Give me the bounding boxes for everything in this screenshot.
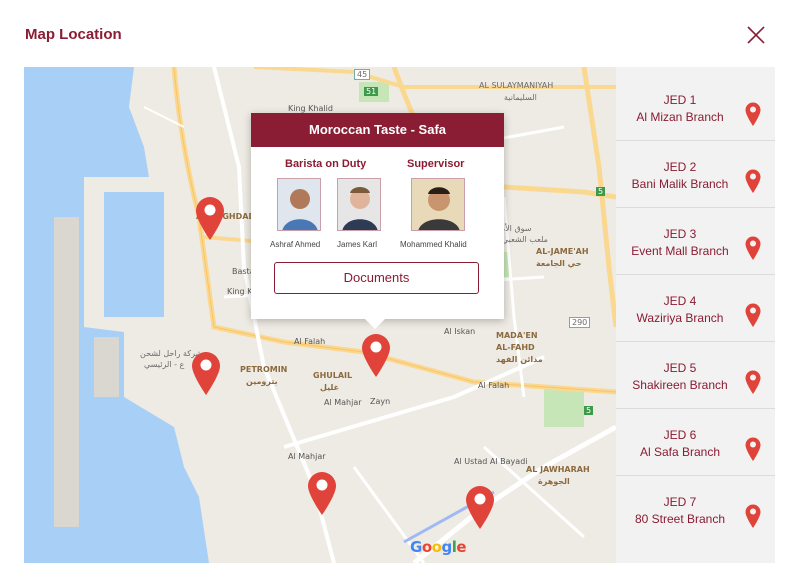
map-label-place: ملعب الشعبي — [502, 235, 548, 244]
location-pin-icon — [745, 504, 761, 528]
branch-item[interactable]: JED 5 Shakireen Branch — [616, 343, 775, 409]
map-label-district: GHULAIL — [313, 371, 353, 380]
branch-item[interactable]: JED 3 Event Mall Branch — [616, 209, 775, 275]
map-road-shield: 290 — [569, 317, 591, 328]
google-logo: Google — [410, 538, 467, 556]
branch-code: JED 7 — [663, 495, 697, 509]
branch-item[interactable]: JED 1 Al Mizan Branch — [616, 75, 775, 141]
avatar — [337, 178, 381, 231]
map-label-road: Zayn — [370, 397, 391, 406]
popup-title: Moroccan Taste - Safa — [251, 113, 504, 147]
location-pin-icon — [745, 169, 761, 193]
location-pin-icon — [745, 102, 761, 126]
map-label-district: الجوهرة — [538, 477, 570, 486]
map-label-road: Al Falah — [294, 337, 326, 346]
branch-item[interactable]: JED 7 80 Street Branch — [616, 477, 775, 543]
person-name: James Karl — [337, 240, 378, 249]
google-letter: e — [456, 538, 467, 556]
branch-code: JED 2 — [663, 160, 697, 174]
location-popup: Moroccan Taste - Safa Barista on Duty Su… — [251, 113, 504, 319]
branch-code: JED 4 — [663, 294, 697, 308]
branch-name: Event Mall Branch — [631, 244, 729, 258]
person-name: Ashraf Ahmed — [270, 240, 321, 249]
map-label-road: Al Mahjar — [324, 398, 362, 407]
map-road-shield: 5 — [596, 187, 606, 196]
branch-item[interactable]: JED 4 Waziriya Branch — [616, 276, 775, 342]
map-road-shield: 45 — [354, 69, 371, 80]
map-label-road: Al Ustad Al Bayadi — [454, 457, 528, 466]
avatar — [411, 178, 465, 231]
map-label-district: PETROMIN — [240, 365, 288, 374]
branch-name: Al Safa Branch — [639, 445, 721, 459]
branch-name: Shakireen Branch — [632, 378, 728, 392]
branch-code: JED 1 — [663, 93, 697, 107]
person-name: Mohammed Khalid — [400, 240, 467, 249]
branch-code: JED 3 — [663, 227, 697, 241]
map-label-district: MADA'EN — [496, 331, 538, 340]
location-pin-icon — [745, 370, 761, 394]
map-pin-icon[interactable] — [361, 333, 391, 377]
map-label-district: السليمانية — [504, 93, 537, 102]
map-label-road: Al Iskan — [444, 327, 476, 336]
branch-code: JED 6 — [663, 428, 697, 442]
map-label-district: حي الجامعة — [536, 259, 582, 268]
documents-button[interactable]: Documents — [274, 262, 479, 294]
google-letter: o — [431, 538, 442, 556]
map-label-district: AL JAWHARAH — [526, 465, 590, 474]
branch-name: Waziriya Branch — [636, 311, 724, 325]
map-label-place: ع - الرئيسي — [144, 360, 185, 369]
map-pin-icon[interactable] — [465, 485, 495, 529]
branch-name: Bani Malik Branch — [631, 177, 729, 191]
popup-caret — [364, 318, 386, 329]
map-label-district: غليل — [320, 383, 340, 392]
location-pin-icon — [745, 236, 761, 260]
branch-code: JED 5 — [663, 361, 697, 375]
map-pin-icon[interactable] — [195, 196, 225, 240]
branch-name: 80 Street Branch — [634, 512, 726, 526]
map-pin-icon[interactable] — [307, 471, 337, 515]
map-road-shield: 51 — [364, 87, 379, 96]
map-label-district: مدائن الفهد — [496, 355, 543, 364]
branch-list: JED 1 Al Mizan Branch JED 2 Bani Malik B… — [616, 67, 775, 563]
avatar — [277, 178, 321, 231]
location-pin-icon — [745, 303, 761, 327]
google-letter: G — [410, 538, 422, 556]
branch-item[interactable]: JED 2 Bani Malik Branch — [616, 142, 775, 208]
map-label-district: AL-JAME'AH — [536, 247, 589, 256]
map-label-district: AL SULAYMANIYAH — [479, 81, 554, 90]
page-title: Map Location — [25, 26, 122, 43]
map-road-shield: 5 — [584, 406, 594, 415]
barista-label: Barista on Duty — [285, 158, 367, 170]
map-pin-icon[interactable] — [191, 351, 221, 395]
map-label-road: Al Falah — [478, 381, 510, 390]
branch-item[interactable]: JED 6 Al Safa Branch — [616, 410, 775, 476]
location-pin-icon — [745, 437, 761, 461]
map-label-district: AL-FAHD — [496, 343, 535, 352]
supervisor-label: Supervisor — [407, 158, 465, 170]
close-icon[interactable] — [745, 24, 767, 46]
map-label-district: بترومين — [246, 377, 278, 386]
google-letter: o — [421, 538, 432, 556]
map-label-road: King Khalid — [288, 104, 333, 113]
google-letter: g — [441, 538, 452, 556]
map-label-road: Al Mahjar — [288, 452, 326, 461]
branch-name: Al Mizan Branch — [636, 110, 724, 124]
